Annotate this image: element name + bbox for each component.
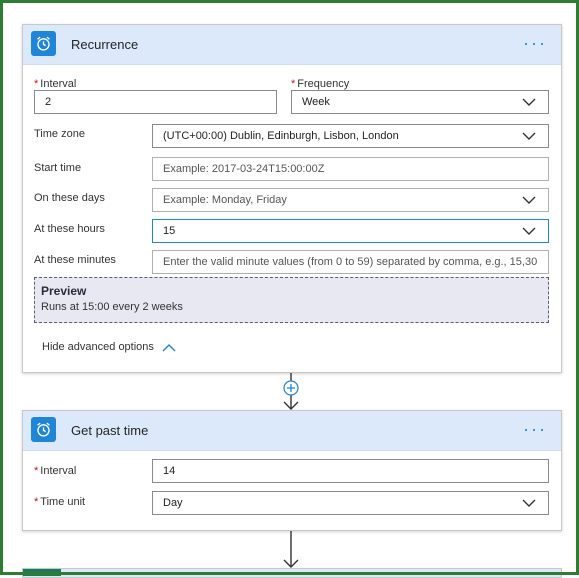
chevron-down-icon (522, 132, 536, 140)
chevron-down-icon (522, 227, 536, 235)
on-these-days-label: On these days (34, 192, 105, 204)
interval-label: * Interval (34, 465, 77, 477)
on-these-days-dropdown[interactable]: Example: Monday, Friday (152, 188, 549, 212)
plus-circle-icon[interactable] (283, 380, 299, 396)
time-unit-dropdown[interactable]: Day (152, 491, 549, 515)
get-past-time-title: Get past time (71, 423, 149, 438)
chevron-down-icon (522, 499, 536, 507)
time-unit-label: * Time unit (34, 496, 86, 508)
chevron-down-icon (522, 98, 536, 106)
at-these-hours-dropdown[interactable]: 15 (152, 219, 549, 243)
get-past-time-card-header[interactable]: Get past time ··· (23, 411, 561, 451)
chevron-down-icon (522, 196, 536, 204)
start-time-label: Start time (34, 162, 82, 174)
get-past-time-card: Get past time ··· * Interval 14 * Time uni… (22, 410, 562, 531)
recurrence-card-header[interactable]: Recurrence ··· (23, 25, 561, 65)
chevron-up-icon (162, 343, 176, 351)
more-options-button[interactable]: ··· (523, 419, 547, 440)
at-these-minutes-label: At these minutes (34, 254, 116, 266)
advanced-toggle-label: Hide advanced options (42, 341, 154, 353)
flow-arrow-icon (283, 531, 299, 568)
alarm-clock-icon (31, 31, 56, 56)
preview-text: Runs at 15:00 every 2 weeks (41, 301, 183, 313)
time-zone-label: Time zone (34, 128, 85, 140)
interval-input[interactable]: 2 (34, 90, 277, 114)
frequency-dropdown[interactable]: Week (291, 90, 549, 114)
at-these-hours-label: At these hours (34, 223, 105, 235)
recurrence-title: Recurrence (71, 37, 139, 52)
interval-label: * Interval (34, 78, 77, 90)
recurrence-card: Recurrence ··· * Interval 2 * Frequency We… (22, 24, 562, 373)
start-time-input[interactable]: Example: 2017-03-24T15:00:00Z (152, 157, 549, 181)
preview-title: Preview (41, 284, 87, 298)
hide-advanced-options-link[interactable]: Hide advanced options (42, 341, 176, 353)
more-options-button[interactable]: ··· (523, 33, 547, 54)
time-zone-dropdown[interactable]: (UTC+00:00) Dublin, Edinburgh, Lisbon, L… (152, 124, 549, 148)
flow-connector (283, 373, 299, 410)
alarm-clock-icon (31, 417, 56, 442)
preview-panel: Preview Runs at 15:00 every 2 weeks (34, 277, 549, 323)
at-these-minutes-input[interactable]: Enter the valid minute values (from 0 to… (152, 250, 549, 274)
next-step-card[interactable] (22, 568, 562, 578)
frequency-label: * Frequency (291, 78, 350, 90)
interval-input[interactable]: 14 (152, 459, 549, 483)
